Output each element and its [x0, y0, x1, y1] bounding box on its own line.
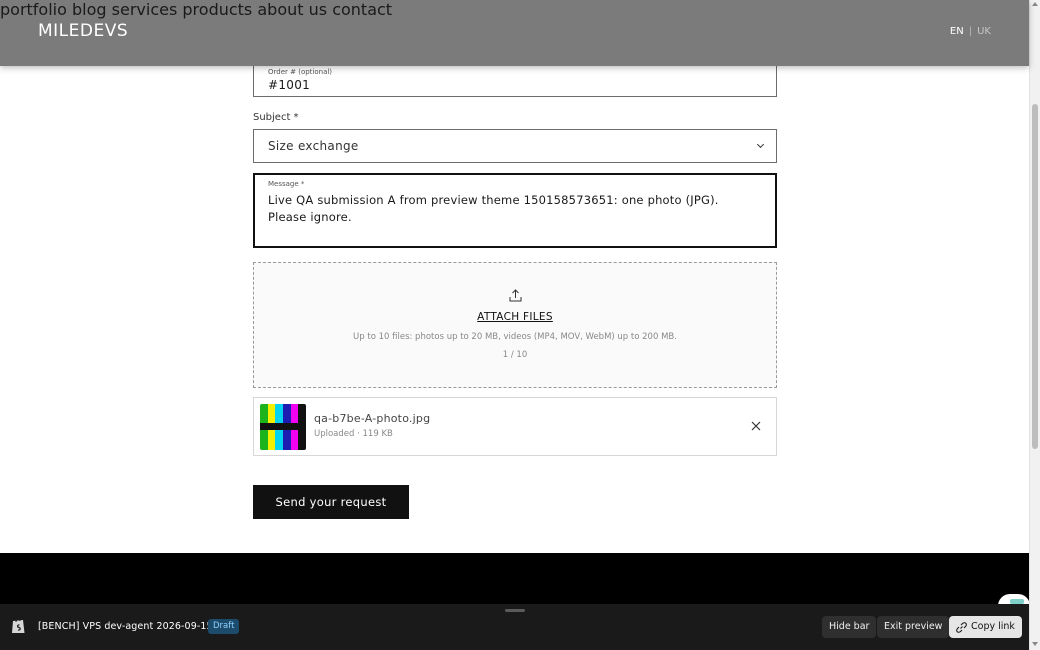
nav-item-portfolio[interactable]: portfolio: [0, 0, 67, 19]
subject-selected-value[interactable]: Size exchange: [268, 139, 359, 153]
close-icon[interactable]: [750, 420, 762, 432]
scroll-up-arrow[interactable]: [1032, 2, 1038, 6]
lang-uk[interactable]: UK: [977, 26, 991, 37]
drag-handle[interactable]: [505, 609, 525, 612]
copy-link-button[interactable]: Copy link: [949, 616, 1022, 638]
scroll-down-arrow[interactable]: [1032, 642, 1038, 646]
order-number-value[interactable]: #1001: [268, 78, 310, 92]
hide-bar-button[interactable]: Hide bar: [822, 616, 877, 638]
message-value[interactable]: Live QA submission A from preview theme …: [268, 192, 758, 226]
shopify-bag-icon: [12, 618, 25, 633]
main-nav: portfolio blog services products about u…: [0, 0, 1029, 19]
order-number-label: Order # (optional): [268, 68, 333, 76]
page-scrollbar[interactable]: [1029, 0, 1040, 650]
subject-select[interactable]: Size exchange: [253, 129, 777, 163]
send-request-button[interactable]: Send your request: [253, 485, 409, 519]
upload-icon: [509, 289, 522, 302]
link-icon: [956, 621, 967, 633]
site-logo[interactable]: MILEDEVS: [38, 21, 128, 41]
lang-en[interactable]: EN: [950, 26, 964, 37]
file-name: qa-b7be-A-photo.jpg: [314, 412, 431, 425]
attach-files-link[interactable]: ATTACH FILES: [254, 311, 776, 323]
site-footer: [0, 553, 1029, 604]
attach-count: 1 / 10: [502, 350, 528, 360]
attach-limits-text: Up to 10 files: photos up to 20 MB, vide…: [353, 332, 677, 342]
nav-item-blog[interactable]: blog: [72, 0, 107, 19]
nav-item-products[interactable]: products: [182, 0, 252, 19]
message-textarea[interactable]: Message * Live QA submission A from prev…: [253, 173, 777, 248]
nav-item-about-us[interactable]: about us: [257, 0, 327, 19]
language-switcher: EN | UK: [950, 26, 991, 37]
file-thumbnail: [260, 404, 306, 450]
file-dropzone[interactable]: ATTACH FILES Up to 10 files: photos up t…: [253, 262, 777, 388]
copy-link-label: Copy link: [971, 621, 1015, 632]
site-header: MILEDEVS portfolio blog services product…: [0, 0, 1029, 66]
exit-preview-button[interactable]: Exit preview: [877, 616, 950, 638]
uploaded-file-card: qa-b7be-A-photo.jpg Uploaded · 119 KB: [253, 397, 777, 456]
theme-title: [BENCH] VPS dev-agent 2026-09-15: [38, 621, 213, 632]
nav-item-contact[interactable]: contact: [332, 0, 392, 19]
draft-badge: Draft: [208, 619, 240, 634]
subject-label: Subject *: [253, 112, 299, 123]
lang-separator: |: [968, 26, 973, 37]
chevron-down-icon[interactable]: [756, 140, 765, 149]
nav-item-services[interactable]: services: [112, 0, 178, 19]
page: MILEDEVS portfolio blog services product…: [0, 0, 1040, 650]
file-meta: Uploaded · 119 KB: [314, 429, 393, 439]
message-label: Message *: [268, 180, 305, 188]
scroll-thumb[interactable]: [1032, 104, 1038, 449]
